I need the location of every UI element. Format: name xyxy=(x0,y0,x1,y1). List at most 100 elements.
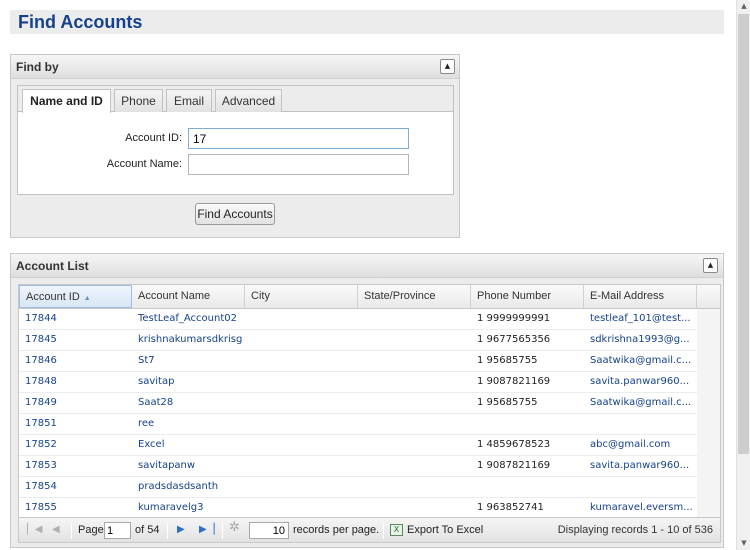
column-header-account-id[interactable]: Account ID ▲ xyxy=(19,285,132,308)
grid-scrollbar[interactable] xyxy=(697,309,720,517)
page-title: Find Accounts xyxy=(18,12,143,32)
cell-account-name[interactable]: savitap xyxy=(132,372,245,392)
find-by-panel-title: Find by xyxy=(16,60,59,74)
table-row[interactable]: 17849 Saat28 1 95685755 Saatwika@gmail.c... xyxy=(19,393,697,414)
tab-email[interactable]: Email xyxy=(166,89,212,112)
prev-page-icon[interactable]: ◀ xyxy=(52,523,60,537)
account-id-input[interactable] xyxy=(188,128,409,149)
column-header-city[interactable]: City xyxy=(245,285,358,308)
cell-account-name[interactable]: Saat28 xyxy=(132,393,245,413)
cell-email: kumaravel.eversm... xyxy=(590,502,693,513)
cell-phone: 1 9999999991 xyxy=(477,313,551,324)
column-header-email[interactable]: E-Mail Address xyxy=(584,285,697,308)
account-name-input[interactable] xyxy=(188,154,409,175)
cell-account-id[interactable]: 17855 xyxy=(19,498,132,517)
cell-email xyxy=(584,414,697,434)
cell-account-name[interactable]: krishnakumarsdkrisg xyxy=(132,330,245,350)
cell-account-id[interactable]: 17852 xyxy=(19,435,132,455)
scroll-up-icon[interactable]: ▲ xyxy=(737,0,750,12)
cell-account-id[interactable]: 17849 xyxy=(19,393,132,413)
table-row[interactable]: 17846 St7 1 95685755 Saatwika@gmail.c... xyxy=(19,351,697,372)
cell-account-name[interactable]: TestLeaf_Account02 xyxy=(132,309,245,329)
cell-state xyxy=(358,477,471,497)
records-per-page-label: records per page. xyxy=(293,524,380,536)
paging-toolbar: ▏◀ ◀ Page of 54 ▶ ▶▕ ✲ records per page.… xyxy=(18,518,721,543)
cell-account-name[interactable]: St7 xyxy=(132,351,245,371)
cell-city xyxy=(245,477,358,497)
next-page-icon[interactable]: ▶ xyxy=(177,523,185,537)
cell-state xyxy=(358,456,471,476)
cell-city xyxy=(245,372,358,392)
column-header-account-name[interactable]: Account Name xyxy=(132,285,245,308)
cell-phone: 1 95685755 xyxy=(477,397,538,408)
cell-state xyxy=(358,330,471,350)
first-page-icon[interactable]: ▏◀ xyxy=(27,523,42,537)
tab-strip: Name and ID Phone Email Advanced xyxy=(18,86,453,113)
collapse-icon[interactable]: ▲ xyxy=(703,258,718,273)
last-page-icon[interactable]: ▶▕ xyxy=(199,523,214,537)
cell-account-id[interactable]: 17846 xyxy=(19,351,132,371)
cell-state xyxy=(358,393,471,413)
cell-account-id[interactable]: 17848 xyxy=(19,372,132,392)
cell-phone xyxy=(471,477,584,497)
account-list-panel-header: Account List ▲ xyxy=(11,254,723,278)
scrollbar-thumb[interactable] xyxy=(738,14,749,454)
account-grid: Account ID ▲ Account Name City State/Pro… xyxy=(18,284,721,518)
tab-name-and-id[interactable]: Name and ID xyxy=(22,89,111,113)
cell-account-id[interactable]: 17844 xyxy=(19,309,132,329)
cell-account-name[interactable]: savitapanw xyxy=(132,456,245,476)
cell-account-name[interactable]: Excel xyxy=(132,435,245,455)
account-name-label: Account Name: xyxy=(106,158,182,170)
tab-phone[interactable]: Phone xyxy=(114,89,163,112)
page-number-input[interactable] xyxy=(104,522,131,539)
table-row[interactable]: 17854 pradsdasdsanth xyxy=(19,477,697,498)
excel-icon[interactable]: X xyxy=(390,524,403,536)
cell-state xyxy=(358,414,471,434)
cell-account-name[interactable]: pradsdasdsanth xyxy=(132,477,245,497)
export-to-excel-button[interactable]: Export To Excel xyxy=(407,518,483,542)
cell-phone: 1 9677565356 xyxy=(477,334,551,345)
cell-city xyxy=(245,435,358,455)
cell-account-id[interactable]: 17851 xyxy=(19,414,132,434)
page-label: Page xyxy=(78,524,104,536)
page-scrollbar[interactable]: ▲ ▼ xyxy=(736,0,750,550)
table-row[interactable]: 17848 savitap 1 9087821169 savita.panwar960… xyxy=(19,372,697,393)
cell-account-id[interactable]: 17853 xyxy=(19,456,132,476)
cell-phone: 1 95685755 xyxy=(477,355,538,366)
table-row[interactable]: 17853 savitapanw 1 9087821169 savita.panwar… xyxy=(19,456,697,477)
refresh-icon[interactable]: ✲ xyxy=(229,521,240,535)
cell-email: savita.panwar960... xyxy=(590,460,690,471)
table-row[interactable]: 17855 kumaravelg3 1 963852741 kumaravel.eve… xyxy=(19,498,697,517)
find-by-panel: Find by ▲ Name and ID Phone Email Advanc… xyxy=(10,54,460,238)
cell-state xyxy=(358,372,471,392)
table-row[interactable]: 17851 ree xyxy=(19,414,697,435)
cell-state xyxy=(358,498,471,517)
records-per-page-input[interactable] xyxy=(249,522,289,539)
cell-phone xyxy=(471,414,584,434)
find-accounts-button[interactable]: Find Accounts xyxy=(195,203,275,225)
cell-state xyxy=(358,351,471,371)
scroll-down-icon[interactable]: ▼ xyxy=(737,537,750,549)
cell-phone: 1 9087821169 xyxy=(477,460,551,471)
table-row[interactable]: 17844 TestLeaf_Account02 1 9999999991 testl… xyxy=(19,309,697,330)
cell-account-id[interactable]: 17854 xyxy=(19,477,132,497)
find-by-panel-header: Find by ▲ xyxy=(11,55,459,79)
cell-account-name[interactable]: ree xyxy=(132,414,245,434)
column-header-phone[interactable]: Phone Number xyxy=(471,285,584,308)
cell-state xyxy=(358,309,471,329)
cell-account-name[interactable]: kumaravelg3 xyxy=(132,498,245,517)
cell-email: Saatwika@gmail.c... xyxy=(590,397,692,408)
collapse-icon[interactable]: ▲ xyxy=(440,59,455,74)
cell-account-id[interactable]: 17845 xyxy=(19,330,132,350)
table-row[interactable]: 17845 krishnakumarsdkrisg 1 9677565356 sdkr… xyxy=(19,330,697,351)
column-header-state[interactable]: State/Province xyxy=(358,285,471,308)
cell-phone: 1 9087821169 xyxy=(477,376,551,387)
tab-advanced[interactable]: Advanced xyxy=(215,89,282,112)
cell-email xyxy=(584,477,697,497)
cell-phone: 1 963852741 xyxy=(477,502,544,513)
table-row[interactable]: 17852 Excel 1 4859678523 abc@gmail.com xyxy=(19,435,697,456)
cell-email: testleaf_101@test... xyxy=(590,313,691,324)
cell-email: savita.panwar960... xyxy=(590,376,690,387)
cell-state xyxy=(358,435,471,455)
cell-city xyxy=(245,414,358,434)
